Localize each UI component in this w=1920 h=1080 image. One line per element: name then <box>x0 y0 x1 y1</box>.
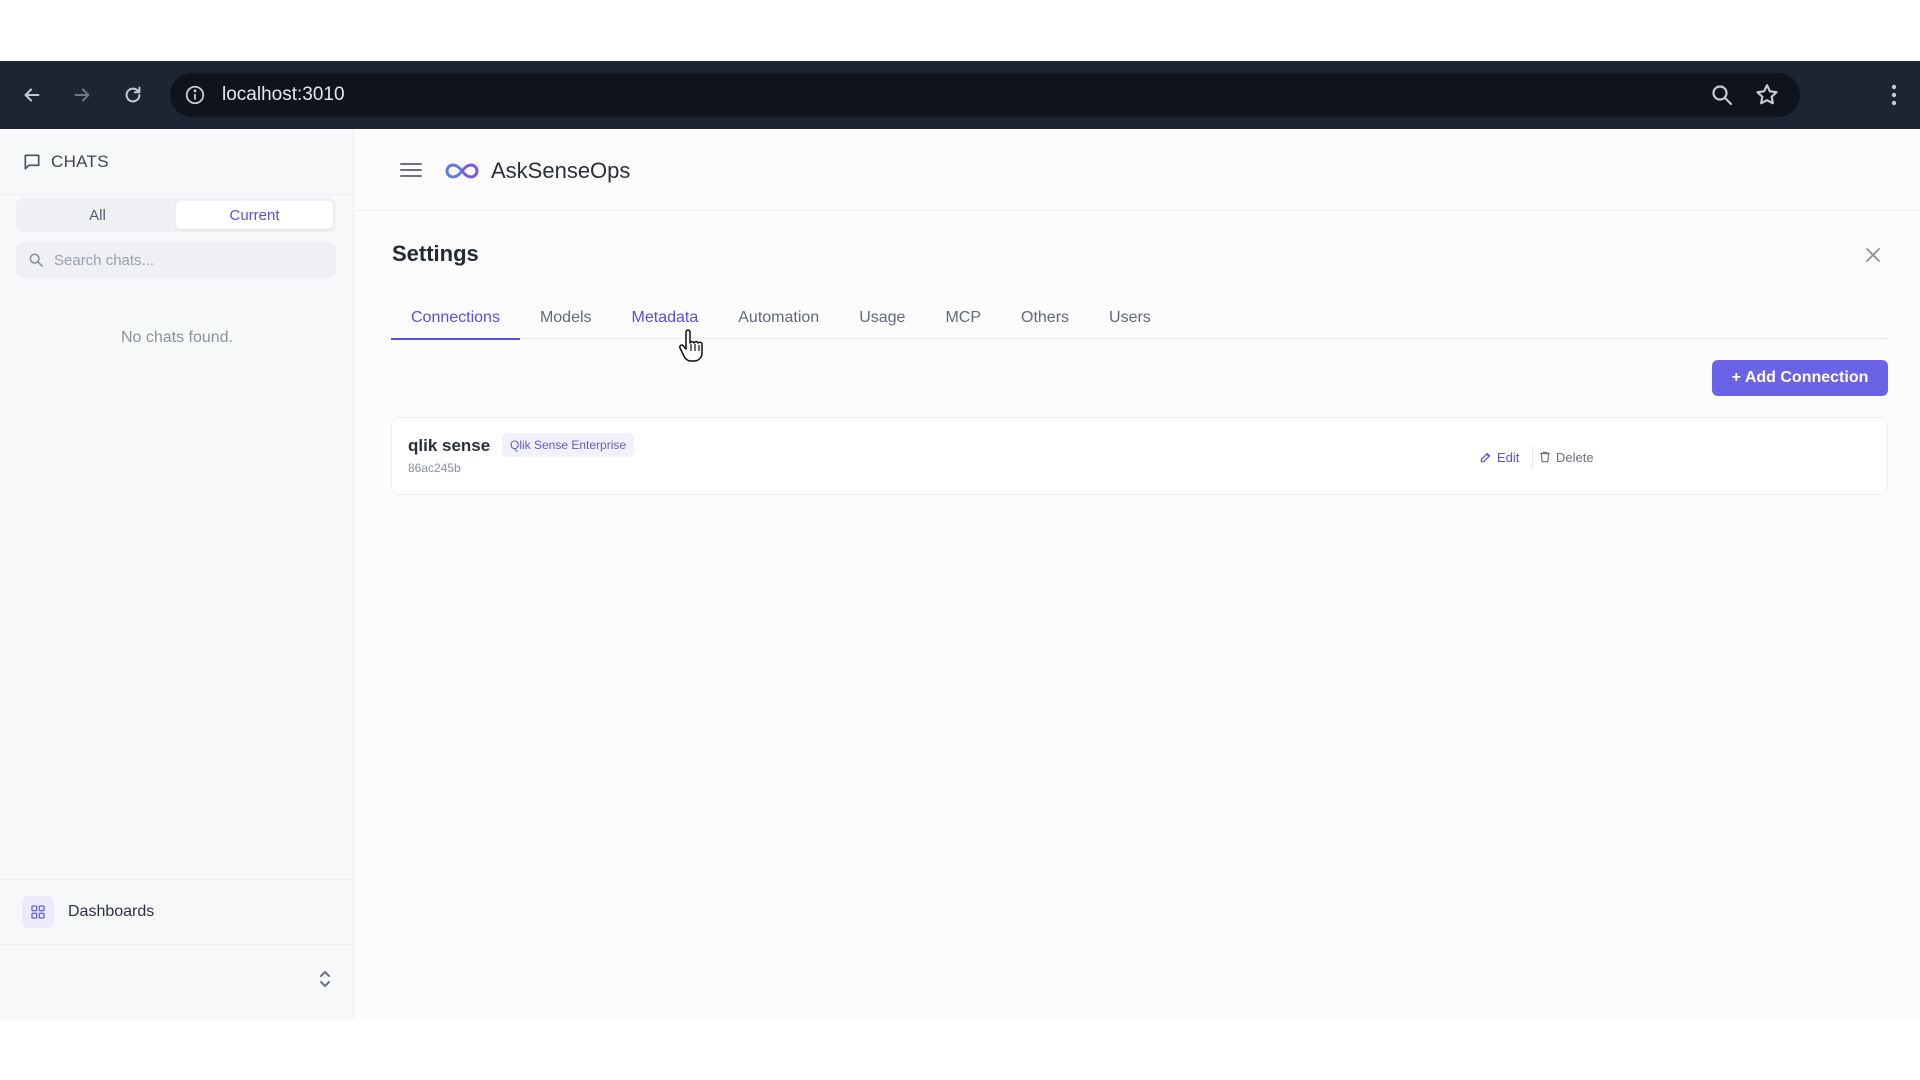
no-chats-message: No chats found. <box>120 329 234 346</box>
delete-button[interactable]: Delete <box>1538 446 1594 468</box>
app-title: AskSenseOps <box>491 158 631 183</box>
url-text[interactable]: localhost:3010 <box>222 84 345 106</box>
hand-pointer-cursor-icon <box>678 329 704 363</box>
trash-icon <box>1539 451 1551 463</box>
chevron-up-down-icon[interactable] <box>314 967 336 991</box>
back-arrow-icon[interactable] <box>12 75 52 115</box>
chat-filter-toggle: All Current <box>16 198 336 232</box>
tab-usage[interactable]: Usage <box>839 297 925 339</box>
edit-label: Edit <box>1497 449 1520 465</box>
chat-bubble-icon <box>22 152 42 172</box>
connection-name: qlik sense <box>408 436 491 455</box>
browser-toolbar: localhost:3010 <box>0 61 1920 129</box>
forward-arrow-icon[interactable] <box>62 75 102 115</box>
close-icon[interactable] <box>1863 245 1883 265</box>
tab-users[interactable]: Users <box>1089 297 1171 339</box>
tab-automation[interactable]: Automation <box>718 297 839 339</box>
main-content: AskSenseOps Settings Connections Models … <box>355 129 1920 1019</box>
site-info-icon[interactable] <box>182 82 208 108</box>
filter-tab-current[interactable]: Current <box>176 201 333 229</box>
reload-icon[interactable] <box>113 75 153 115</box>
filter-tab-all[interactable]: All <box>19 201 176 229</box>
hamburger-menu-icon[interactable] <box>399 159 423 181</box>
search-icon <box>28 252 44 268</box>
tab-others[interactable]: Others <box>1001 297 1089 339</box>
chat-search-box <box>16 242 336 278</box>
tab-models[interactable]: Models <box>520 297 612 339</box>
dashboards-label: Dashboards <box>68 903 155 920</box>
chat-sidebar: CHATS All Current No chats found. Dashbo… <box>0 129 354 1019</box>
bookmark-star-icon[interactable] <box>1754 82 1780 108</box>
bottom-letterbox <box>0 1019 1920 1080</box>
add-connection-button[interactable]: + Add Connection <box>1712 360 1888 396</box>
action-divider <box>1532 446 1533 468</box>
sidebar-header: CHATS <box>0 129 353 195</box>
tab-mcp[interactable]: MCP <box>925 297 1001 339</box>
page-title: Settings <box>392 241 479 266</box>
connection-card: qlik sense Qlik Sense Enterprise 86ac245… <box>391 417 1888 495</box>
app-header: AskSenseOps <box>355 129 1920 211</box>
dashboards-nav-item[interactable]: Dashboards <box>0 879 354 945</box>
top-letterbox <box>0 0 1920 61</box>
delete-label: Delete <box>1556 449 1594 465</box>
connection-type-badge: Qlik Sense Enterprise <box>502 433 635 457</box>
kebab-menu-icon[interactable] <box>1890 83 1898 107</box>
settings-tabs: Connections Models Metadata Automation U… <box>391 297 1887 340</box>
edit-button[interactable]: Edit <box>1479 446 1519 468</box>
sidebar-title: CHATS <box>51 151 109 171</box>
connection-id: 86ac245b <box>408 461 461 475</box>
edit-icon <box>1480 452 1491 463</box>
address-bar[interactable]: localhost:3010 <box>170 73 1800 117</box>
tab-connections[interactable]: Connections <box>391 297 520 340</box>
zoom-icon[interactable] <box>1710 83 1734 107</box>
infinity-logo-icon <box>445 160 479 182</box>
search-chats-input[interactable] <box>54 251 314 269</box>
grid-icon <box>22 896 54 928</box>
